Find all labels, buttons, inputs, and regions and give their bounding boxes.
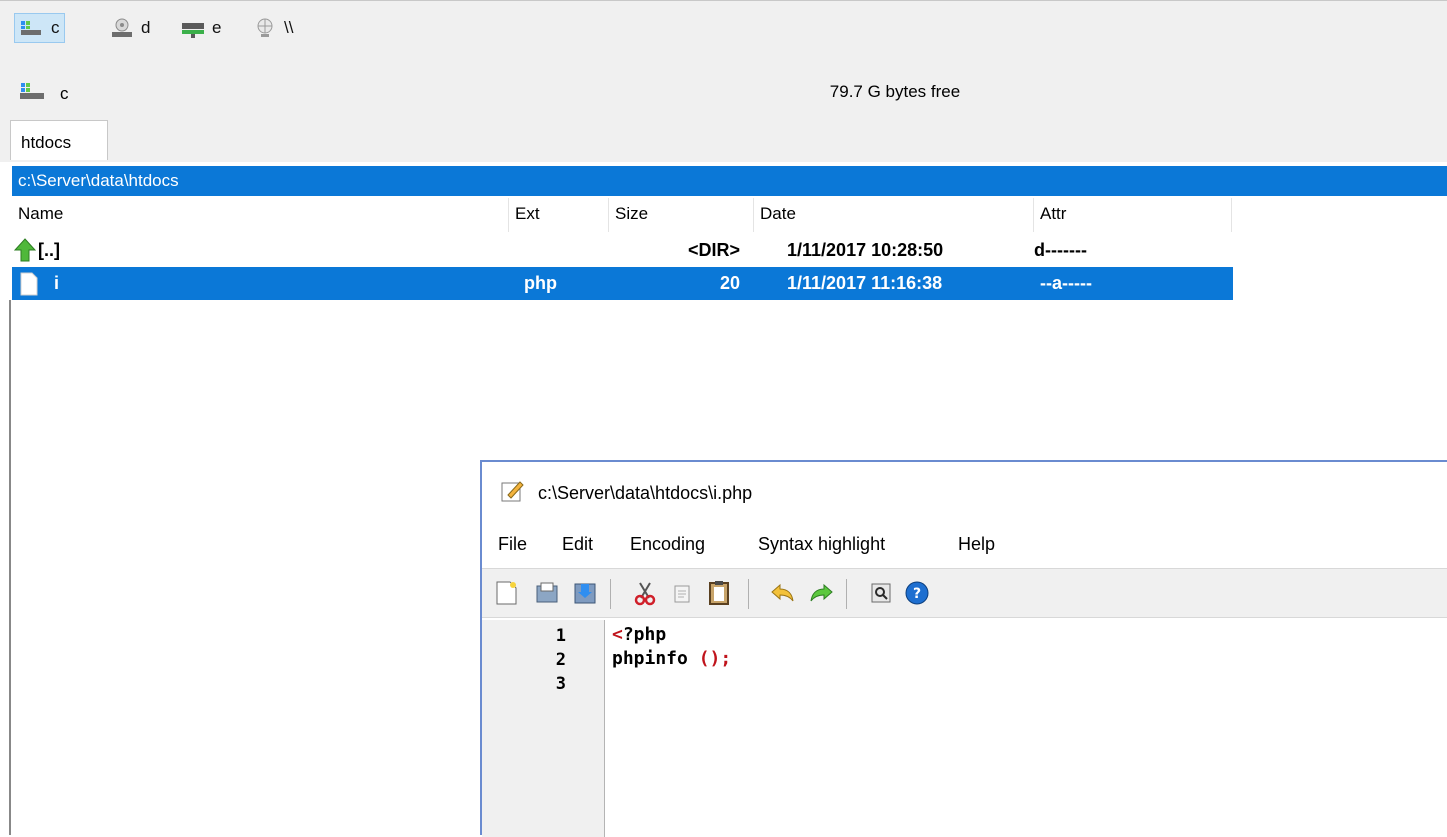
menu-encoding[interactable]: Encoding: [630, 534, 705, 555]
drive-label: c: [51, 18, 60, 37]
drive-bar: c d e \\: [0, 0, 1447, 52]
notepad-icon: [500, 479, 526, 508]
free-space-text: 79.7 G bytes free: [829, 82, 961, 101]
drive-button-d[interactable]: d: [105, 13, 154, 43]
editor-toolbar: ?: [482, 568, 1447, 618]
cut-icon[interactable]: [632, 580, 658, 606]
file-size: 20: [719, 273, 740, 293]
help-icon[interactable]: ?: [904, 580, 930, 606]
file-row-selected[interactable]: i php 20 1/11/2017 11:16:38 --a-----: [12, 267, 1233, 300]
column-header-name[interactable]: Name: [12, 198, 509, 232]
code-line-2: phpinfo ();: [612, 648, 731, 669]
menu-syntax-highlight[interactable]: Syntax highlight: [758, 534, 885, 555]
editor-titlebar: c:\Server\data\htdocs\i.php: [482, 462, 1447, 524]
code-token-php: ?php: [622, 624, 667, 645]
copy-icon[interactable]: [670, 580, 696, 606]
menu-help[interactable]: Help: [958, 534, 995, 555]
hard-drive-icon: [18, 80, 46, 107]
save-icon[interactable]: [572, 580, 598, 606]
drive-info-panel: c 79.7 G bytes free htdocs: [0, 52, 1447, 162]
drive-button-c[interactable]: c: [14, 13, 65, 43]
column-header-date[interactable]: Date: [754, 198, 1034, 232]
drive-label: d: [141, 18, 151, 37]
hard-drive-icon: [19, 18, 45, 38]
drive-label: e: [212, 18, 222, 37]
code-token-parens: ();: [698, 648, 732, 669]
line-number: 1: [555, 626, 566, 646]
paste-icon[interactable]: [706, 580, 732, 606]
undo-icon[interactable]: [770, 580, 796, 606]
file-date: 1/11/2017 11:16:38: [787, 273, 943, 293]
line-number-gutter: 1 2 3: [482, 620, 605, 837]
column-header-ext[interactable]: Ext: [509, 198, 609, 232]
open-icon[interactable]: [534, 580, 560, 606]
network-drive-icon: [180, 18, 206, 38]
find-icon[interactable]: [868, 580, 894, 606]
file-ext: php: [524, 273, 557, 293]
line-number: 3: [555, 674, 566, 694]
redo-icon[interactable]: [808, 580, 834, 606]
file-date: 1/11/2017 10:28:50: [787, 240, 944, 260]
code-line-1: <?php: [612, 624, 666, 645]
editor-menubar: File Edit Encoding Syntax highlight Help: [482, 524, 1447, 568]
file-icon: [20, 272, 38, 307]
file-name: [..]: [38, 240, 60, 260]
line-number: 2: [555, 650, 566, 670]
drive-label: \\: [284, 18, 294, 37]
svg-text:?: ?: [913, 586, 921, 602]
file-list-header: Name Ext Size Date Attr: [12, 198, 1232, 234]
network-share-icon: [252, 18, 278, 38]
column-header-size[interactable]: Size: [609, 198, 754, 232]
current-drive-label: c: [60, 83, 69, 103]
editor-title: c:\Server\data\htdocs\i.php: [538, 482, 753, 503]
tab-htdocs[interactable]: htdocs: [10, 120, 108, 160]
drive-button-network[interactable]: \\: [248, 13, 297, 43]
file-name: i: [54, 273, 60, 293]
file-attr: d-------: [1034, 240, 1087, 260]
drive-button-e[interactable]: e: [176, 13, 225, 43]
menu-edit[interactable]: Edit: [562, 534, 593, 555]
file-size: <DIR>: [687, 240, 740, 260]
file-attr: --a-----: [1040, 273, 1092, 293]
text-editor-window: c:\Server\data\htdocs\i.php File Edit En…: [480, 460, 1447, 837]
code-editor-area[interactable]: <?php phpinfo ();: [606, 620, 1447, 837]
optical-drive-icon: [109, 18, 135, 38]
current-path[interactable]: c:\Server\data\htdocs: [12, 166, 1447, 196]
new-file-icon[interactable]: [494, 580, 520, 606]
code-token-function: phpinfo: [612, 648, 699, 669]
code-token-open-tag: <: [612, 624, 623, 645]
current-drive[interactable]: c: [18, 80, 69, 107]
panel-border: [9, 300, 11, 835]
file-row-parent[interactable]: [..] <DIR> 1/11/2017 10:28:50 d-------: [12, 234, 1233, 267]
column-header-attr[interactable]: Attr: [1034, 198, 1232, 232]
menu-file[interactable]: File: [498, 534, 527, 555]
